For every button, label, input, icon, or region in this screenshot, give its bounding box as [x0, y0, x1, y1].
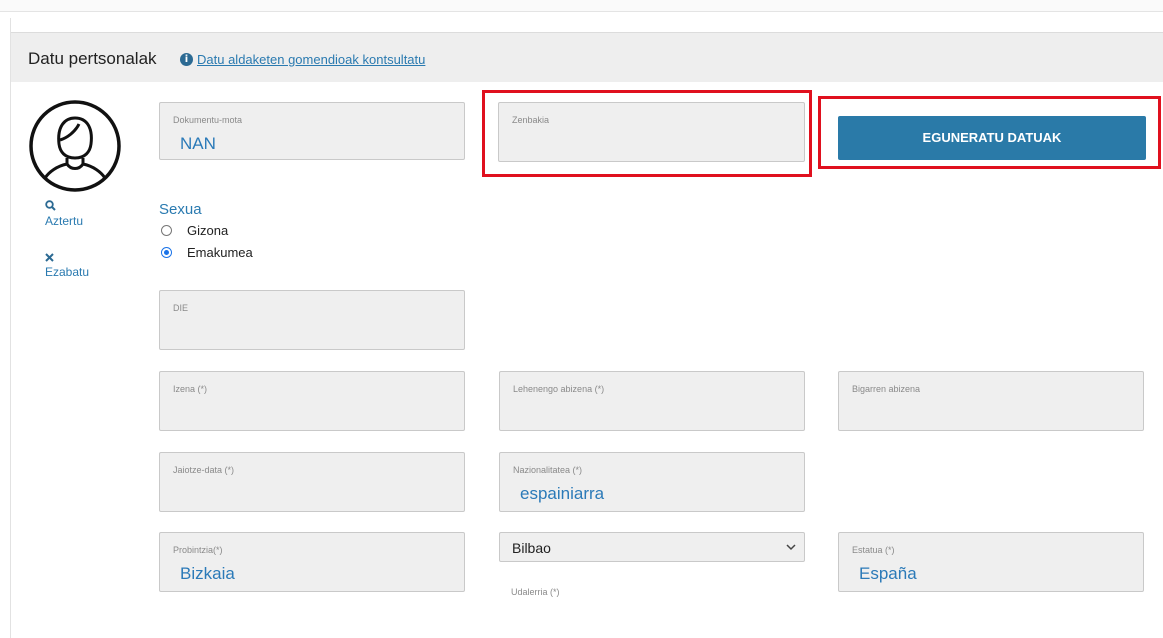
browse-photo-action[interactable]: Aztertu — [45, 200, 83, 228]
first-surname-field[interactable]: Lehenengo abizena (*) — [499, 371, 805, 431]
state-label: Estatua (*) — [852, 545, 895, 555]
second-surname-label: Bigarren abizena — [852, 384, 921, 394]
province-value: Bizkaia — [180, 564, 235, 583]
birth-date-label: Jaiotze-data (*) — [173, 465, 235, 475]
delete-photo-action[interactable]: Ezabatu — [45, 252, 89, 279]
first-name-label: Izena (*) — [173, 384, 208, 394]
province-field[interactable]: Probintzia(*) Bizkaia — [159, 532, 465, 592]
browse-label: Aztertu — [45, 214, 84, 228]
update-data-button[interactable]: EGUNERATU DATUAK — [838, 116, 1146, 160]
municipality-label: Udalerria (*) — [511, 587, 560, 597]
gender-option-male-label: Gizona — [187, 223, 229, 238]
nationality-field[interactable]: Nazionalitatea (*) espainiarra — [499, 452, 805, 512]
municipality-select[interactable]: Bilbao — [499, 532, 805, 562]
document-type-field[interactable]: Dokumentu-mota NAN — [159, 102, 465, 160]
state-field[interactable]: Estatua (*) España — [838, 532, 1144, 592]
section-header: Datu pertsonalak i Datu aldaketen gomend… — [11, 32, 1163, 82]
close-icon — [45, 252, 89, 265]
province-label: Probintzia(*) — [173, 545, 223, 555]
die-field[interactable]: DIE — [159, 290, 465, 350]
gender-option-female-label: Emakumea — [187, 245, 253, 260]
gender-option-female[interactable]: Emakumea — [161, 245, 253, 260]
gender-option-male[interactable]: Gizona — [161, 223, 228, 238]
info-circle-icon: i — [180, 53, 193, 66]
radio-female[interactable] — [161, 247, 172, 258]
first-name-field[interactable]: Izena (*) — [159, 371, 465, 431]
municipality-value: Bilbao — [512, 540, 551, 556]
number-label: Zenbakia — [512, 115, 550, 125]
birth-date-field[interactable]: Jaiotze-data (*) — [159, 452, 465, 512]
radio-male[interactable] — [161, 225, 172, 236]
state-value: España — [859, 564, 917, 583]
gender-title: Sexua — [159, 201, 202, 218]
recommendations-link[interactable]: Datu aldaketen gomendioak kontsultatu — [197, 52, 425, 67]
section-title: Datu pertsonalak — [28, 49, 157, 68]
nationality-value: espainiarra — [520, 484, 605, 503]
first-surname-label: Lehenengo abizena (*) — [513, 384, 605, 394]
document-type-value: NAN — [180, 134, 216, 153]
document-type-label: Dokumentu-mota — [173, 115, 243, 125]
user-avatar-icon — [27, 98, 123, 194]
chevron-down-icon — [784, 540, 798, 554]
nationality-label: Nazionalitatea (*) — [513, 465, 583, 475]
delete-label: Ezabatu — [45, 265, 90, 279]
die-label: DIE — [173, 303, 189, 313]
top-strip — [0, 0, 1163, 12]
number-field[interactable]: Zenbakia — [498, 102, 805, 162]
second-surname-field[interactable]: Bigarren abizena — [838, 371, 1144, 431]
search-icon — [45, 200, 83, 214]
left-divider — [10, 18, 11, 638]
